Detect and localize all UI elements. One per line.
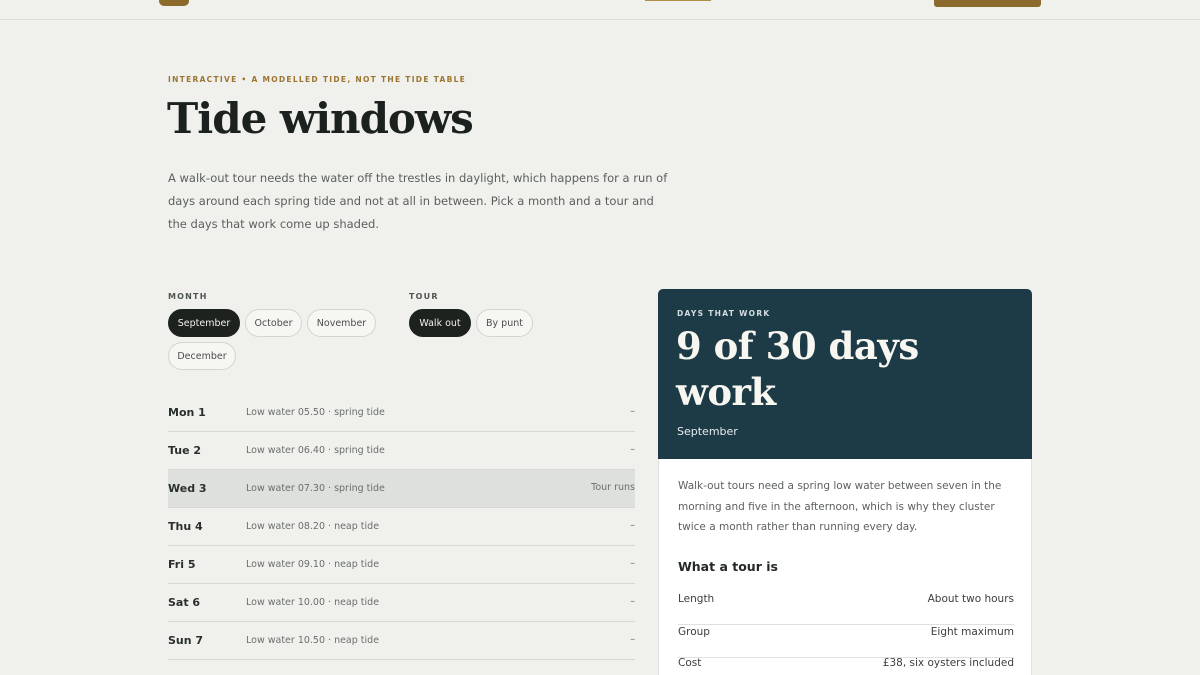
day-list: Mon 1 Low water 05.50 · spring tide – Tu… xyxy=(168,394,635,660)
month-pill-september[interactable]: September xyxy=(168,309,240,337)
summary-eyebrow: DAYS THAT WORK xyxy=(677,309,771,318)
top-navigation xyxy=(0,0,1200,20)
day-detail: Low water 07.30 · spring tide xyxy=(246,483,385,494)
day-detail: Low water 05.50 · spring tide xyxy=(246,407,385,418)
summary-headline: 9 of 30 days work xyxy=(676,324,919,414)
day-status: – xyxy=(630,596,635,607)
day-detail: Low water 10.00 · neap tide xyxy=(246,597,380,608)
spec-value: Eight maximum xyxy=(930,626,1014,638)
summary-month: September xyxy=(677,425,738,438)
day-name: Sat 6 xyxy=(168,596,201,609)
day-name: Thu 4 xyxy=(168,520,203,533)
spec-row-cost: Cost £38, six oysters included xyxy=(678,657,1014,675)
month-pill-november[interactable]: November xyxy=(307,309,376,337)
day-row[interactable]: Sat 6 Low water 10.00 · neap tide – xyxy=(168,584,635,622)
day-name: Tue 2 xyxy=(168,444,202,457)
day-status: Tour runs xyxy=(591,482,635,493)
day-name: Sun 7 xyxy=(168,634,204,647)
book-button[interactable] xyxy=(934,0,1041,7)
day-status: – xyxy=(630,520,635,531)
day-name: Fri 5 xyxy=(168,558,196,571)
month-pill-october[interactable]: October xyxy=(245,309,302,337)
page-title: Tide windows xyxy=(167,94,474,143)
day-status: – xyxy=(630,444,635,455)
spec-row-length: Length About two hours xyxy=(678,593,1014,625)
month-pill-december[interactable]: December xyxy=(168,342,236,370)
day-name: Mon 1 xyxy=(168,406,206,419)
day-status: – xyxy=(630,634,635,645)
summary-card-header: DAYS THAT WORK 9 of 30 days work Septemb… xyxy=(658,289,1032,459)
spec-label: Group xyxy=(678,626,710,638)
tour-label: TOUR xyxy=(409,292,439,301)
summary-subheading: What a tour is xyxy=(678,559,778,574)
summary-card-body: Walk-out tours need a spring low water b… xyxy=(658,459,1032,675)
day-name: Wed 3 xyxy=(168,482,207,495)
day-detail: Low water 06.40 · spring tide xyxy=(246,445,385,456)
brand-logo[interactable] xyxy=(159,0,189,6)
summary-note: Walk-out tours need a spring low water b… xyxy=(678,480,1002,533)
page-eyebrow: INTERACTIVE • A MODELLED TIDE, NOT THE T… xyxy=(168,75,467,84)
spec-value: About two hours xyxy=(927,593,1014,605)
day-row[interactable]: Sun 7 Low water 10.50 · neap tide – xyxy=(168,622,635,660)
day-row-working[interactable]: Wed 3 Low water 07.30 · spring tide Tour… xyxy=(168,470,635,508)
spec-value: £38, six oysters included xyxy=(882,657,1014,669)
day-status: – xyxy=(630,558,635,569)
month-label: MONTH xyxy=(168,292,208,301)
tour-pill-walk-out[interactable]: Walk out xyxy=(409,309,471,337)
day-status: – xyxy=(630,406,635,417)
spec-row-group: Group Eight maximum xyxy=(678,626,1014,658)
day-detail: Low water 09.10 · neap tide xyxy=(246,559,380,570)
day-row[interactable]: Thu 4 Low water 08.20 · neap tide – xyxy=(168,508,635,546)
day-detail: Low water 10.50 · neap tide xyxy=(246,635,380,646)
spec-label: Length xyxy=(678,593,715,605)
day-row[interactable]: Tue 2 Low water 06.40 · spring tide – xyxy=(168,432,635,470)
day-detail: Low water 08.20 · neap tide xyxy=(246,521,380,532)
page-intro: A walk-out tour needs the water off the … xyxy=(168,171,668,231)
active-nav-indicator xyxy=(645,0,711,1)
day-row[interactable]: Fri 5 Low water 09.10 · neap tide – xyxy=(168,546,635,584)
day-row[interactable]: Mon 1 Low water 05.50 · spring tide – xyxy=(168,394,635,432)
tour-pill-by-punt[interactable]: By punt xyxy=(476,309,533,337)
spec-label: Cost xyxy=(678,657,702,669)
